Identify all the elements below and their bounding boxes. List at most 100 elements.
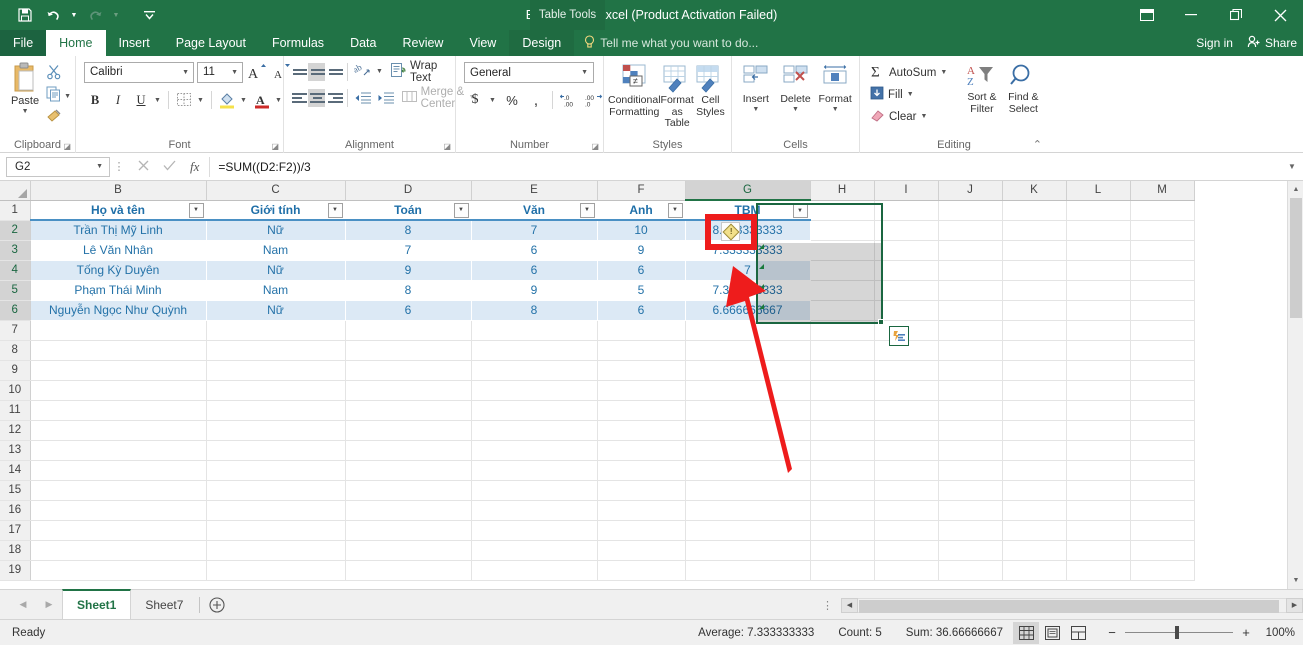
cell-M9[interactable] <box>1130 360 1195 381</box>
cell-E14[interactable] <box>471 460 598 481</box>
delete-dropdown-icon[interactable]: ▼ <box>792 106 799 113</box>
restore-icon[interactable] <box>1213 0 1258 30</box>
filter-dropdown-icon[interactable]: ▼ <box>792 203 808 218</box>
normal-view-icon[interactable] <box>1013 621 1039 644</box>
fill-color-dropdown-icon[interactable]: ▼ <box>239 89 250 111</box>
cell-J9[interactable] <box>938 360 1003 381</box>
cell-I11[interactable] <box>874 400 939 421</box>
cell-L19[interactable] <box>1066 560 1131 581</box>
cell-F9[interactable] <box>597 360 686 381</box>
cell-F16[interactable] <box>597 500 686 521</box>
cell-C10[interactable] <box>206 380 346 401</box>
cell-K7[interactable] <box>1002 320 1067 341</box>
alignment-dialog-launcher[interactable]: ◪ <box>443 142 451 151</box>
filter-dropdown-icon[interactable]: ▼ <box>453 202 469 218</box>
filter-dropdown-icon[interactable]: ▼ <box>188 202 204 218</box>
cell-J15[interactable] <box>938 480 1003 501</box>
customize-qat-icon[interactable] <box>136 3 162 27</box>
cell-D4[interactable]: 9 <box>345 260 472 281</box>
cell-G9[interactable] <box>685 360 811 381</box>
cell-M15[interactable] <box>1130 480 1195 501</box>
cell-E19[interactable] <box>471 560 598 581</box>
cell-H7[interactable] <box>810 320 875 341</box>
next-sheet-icon[interactable]: ▶ <box>36 593 62 617</box>
borders-button[interactable] <box>173 89 195 111</box>
column-header-C[interactable]: C <box>206 181 346 201</box>
cell-K4[interactable] <box>1002 260 1067 281</box>
cell-B3[interactable]: Lê Văn Nhân <box>30 240 207 261</box>
cell-I13[interactable] <box>874 440 939 461</box>
cell-E16[interactable] <box>471 500 598 521</box>
cell-M12[interactable] <box>1130 420 1195 441</box>
cell-B1[interactable]: Họ và tên ▼ <box>30 200 207 221</box>
cell-I12[interactable] <box>874 420 939 441</box>
cell-E10[interactable] <box>471 380 598 401</box>
cell-D19[interactable] <box>345 560 472 581</box>
cell-J4[interactable] <box>938 260 1003 281</box>
cell-I18[interactable] <box>874 540 939 561</box>
cell-F2[interactable]: 10 <box>597 220 686 241</box>
cell-G17[interactable] <box>685 520 811 541</box>
row-header-9[interactable]: 9 <box>0 360 31 381</box>
cell-M3[interactable] <box>1130 240 1195 261</box>
cell-C19[interactable] <box>206 560 346 581</box>
wrap-text-button[interactable]: Wrap Text <box>387 60 451 84</box>
align-right-button[interactable] <box>326 89 343 107</box>
align-center-button[interactable] <box>308 88 325 107</box>
italic-button[interactable]: I <box>107 89 129 111</box>
cell-M16[interactable] <box>1130 500 1195 521</box>
cell-E13[interactable] <box>471 440 598 461</box>
cell-L10[interactable] <box>1066 380 1131 401</box>
cell-J5[interactable] <box>938 280 1003 301</box>
cell-E1[interactable]: Văn ▼ <box>471 200 598 221</box>
cell-H4[interactable] <box>810 260 875 281</box>
cell-H8[interactable] <box>810 340 875 361</box>
cell-H10[interactable] <box>810 380 875 401</box>
cell-K2[interactable] <box>1002 220 1067 241</box>
previous-sheet-icon[interactable]: ◀ <box>10 593 36 617</box>
filter-dropdown-icon[interactable]: ▼ <box>579 202 595 218</box>
column-header-K[interactable]: K <box>1002 181 1067 201</box>
paste-button[interactable]: Paste ▼ <box>4 60 46 115</box>
cell-I3[interactable] <box>874 240 939 261</box>
horizontal-scroll-thumb[interactable] <box>859 599 1279 613</box>
cell-H3[interactable] <box>810 240 875 261</box>
column-header-B[interactable]: B <box>30 181 207 201</box>
column-header-L[interactable]: L <box>1066 181 1131 201</box>
cell-F12[interactable] <box>597 420 686 441</box>
cell-C8[interactable] <box>206 340 346 361</box>
undo-icon[interactable] <box>40 3 66 27</box>
cell-H1[interactable] <box>810 200 875 221</box>
cell-C12[interactable] <box>206 420 346 441</box>
increase-indent-icon[interactable] <box>375 87 397 109</box>
cell-F5[interactable]: 5 <box>597 280 686 301</box>
cell-G4[interactable]: 7 <box>685 260 811 281</box>
sign-in-button[interactable]: Sign in <box>1196 36 1233 50</box>
cell-G1[interactable]: TBM ▼ <box>685 200 811 221</box>
error-warning-diamond-icon[interactable]: ! <box>721 222 740 241</box>
column-header-M[interactable]: M <box>1130 181 1195 201</box>
cell-C11[interactable] <box>206 400 346 421</box>
column-header-I[interactable]: I <box>874 181 939 201</box>
row-header-3[interactable]: 3 <box>0 240 31 261</box>
cell-F3[interactable]: 9 <box>597 240 686 261</box>
cell-B12[interactable] <box>30 420 207 441</box>
cell-K11[interactable] <box>1002 400 1067 421</box>
cell-K3[interactable] <box>1002 240 1067 261</box>
tab-formulas[interactable]: Formulas <box>259 30 337 56</box>
cell-H17[interactable] <box>810 520 875 541</box>
align-bottom-button[interactable] <box>326 63 344 81</box>
cell-K18[interactable] <box>1002 540 1067 561</box>
cell-K16[interactable] <box>1002 500 1067 521</box>
orientation-dropdown-icon[interactable]: ▼ <box>375 61 386 83</box>
cell-J19[interactable] <box>938 560 1003 581</box>
cell-H5[interactable] <box>810 280 875 301</box>
zoom-slider[interactable]: − + <box>1103 625 1255 640</box>
cell-F19[interactable] <box>597 560 686 581</box>
cell-B16[interactable] <box>30 500 207 521</box>
cell-D18[interactable] <box>345 540 472 561</box>
cell-E15[interactable] <box>471 480 598 501</box>
tab-view[interactable]: View <box>456 30 509 56</box>
cell-K14[interactable] <box>1002 460 1067 481</box>
cell-L16[interactable] <box>1066 500 1131 521</box>
